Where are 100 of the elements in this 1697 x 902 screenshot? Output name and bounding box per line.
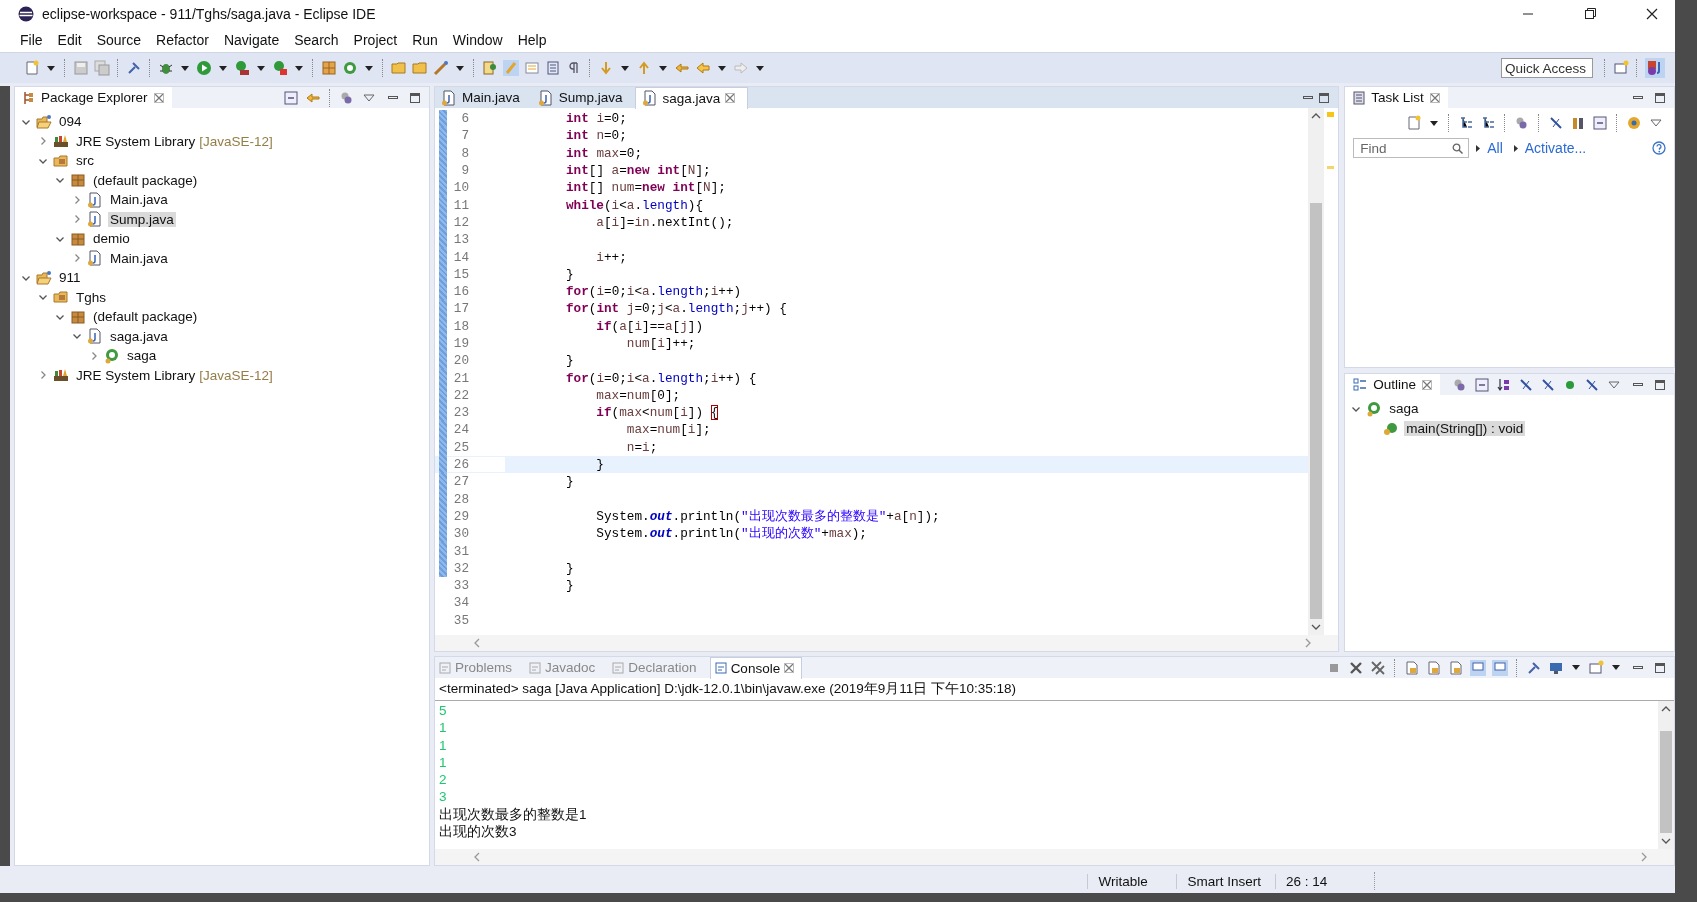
- warning-marker[interactable]: [1327, 112, 1335, 117]
- tree-item[interactable]: (default package): [91, 172, 200, 188]
- maximize-icon[interactable]: [409, 91, 421, 104]
- book-icon[interactable]: [482, 60, 498, 76]
- chevron-right-icon[interactable]: [89, 350, 99, 361]
- tree-item[interactable]: (default package): [91, 309, 200, 325]
- tree-item[interactable]: saga: [125, 348, 159, 364]
- maximize-icon[interactable]: [1654, 91, 1666, 104]
- close-icon[interactable]: [725, 93, 736, 103]
- caret-icon[interactable]: [718, 65, 726, 71]
- caret-icon[interactable]: [1430, 120, 1438, 126]
- sort-icon[interactable]: [1496, 376, 1512, 393]
- tree-item[interactable]: Sump.java: [108, 211, 176, 227]
- close-xx-icon[interactable]: [1370, 659, 1386, 676]
- caret-icon[interactable]: [295, 65, 303, 71]
- caret-icon[interactable]: [257, 65, 265, 71]
- tree-item[interactable]: 094: [57, 114, 84, 130]
- tree-item[interactable]: JRE System Library [JavaSE-12]: [74, 367, 275, 383]
- tree-item[interactable]: JRE System Library [JavaSE-12]: [74, 133, 275, 149]
- back-icon[interactable]: [674, 60, 690, 76]
- tree-item[interactable]: demio: [91, 231, 132, 247]
- editor-tab[interactable]: Main.java: [435, 87, 532, 108]
- maximize-icon[interactable]: [1654, 378, 1666, 391]
- view-tab[interactable]: Outline: [1345, 374, 1440, 395]
- doc-icon[interactable]: [1404, 659, 1420, 676]
- menu-item[interactable]: Edit: [57, 32, 82, 48]
- menu-item[interactable]: Help: [517, 32, 547, 48]
- vertical-scrollbar[interactable]: [1308, 108, 1325, 635]
- window-icon[interactable]: [1613, 60, 1629, 76]
- view-tab[interactable]: Package Explorer: [15, 87, 172, 108]
- tree-item[interactable]: saga: [1387, 401, 1421, 417]
- help-icon[interactable]: [1652, 141, 1666, 155]
- minus-icon[interactable]: [1474, 376, 1490, 393]
- view-tab[interactable]: Task List: [1345, 87, 1448, 108]
- caret-icon[interactable]: [1572, 665, 1580, 670]
- x-tool-icon[interactable]: [1540, 376, 1556, 393]
- filter-link[interactable]: Activate...: [1524, 140, 1587, 156]
- close-icon[interactable]: [153, 92, 164, 103]
- tree-item[interactable]: saga.java: [108, 328, 170, 344]
- maximize-icon[interactable]: [1654, 661, 1666, 674]
- x-tool-icon[interactable]: [1518, 376, 1534, 393]
- menu-item[interactable]: Navigate: [223, 32, 280, 48]
- filter-link[interactable]: All: [1487, 140, 1503, 156]
- caret-icon[interactable]: [456, 65, 464, 71]
- minus-icon[interactable]: [1592, 115, 1608, 131]
- vertical-scrollbar[interactable]: [1658, 701, 1674, 849]
- caret-icon[interactable]: [621, 65, 629, 71]
- close-icon[interactable]: [1429, 92, 1440, 103]
- menu-item[interactable]: Run: [412, 32, 438, 48]
- menu-item[interactable]: Refactor: [156, 32, 209, 48]
- maximize-icon[interactable]: [1318, 91, 1331, 104]
- menu-item[interactable]: Project: [353, 32, 398, 48]
- menu-item[interactable]: Window: [452, 32, 503, 48]
- caret-icon[interactable]: [181, 65, 189, 71]
- caret-icon[interactable]: [219, 65, 227, 71]
- left-icon[interactable]: [695, 60, 711, 76]
- chevron-right-icon[interactable]: [38, 370, 48, 381]
- horizontal-scrollbar[interactable]: [435, 635, 1339, 651]
- scroll-thumb[interactable]: [1660, 730, 1672, 833]
- warning-marker[interactable]: [1327, 166, 1335, 169]
- editor-tab[interactable]: Sump.java: [531, 87, 635, 108]
- doc-icon[interactable]: [1426, 659, 1442, 676]
- menu-item[interactable]: File: [20, 32, 43, 48]
- caret-icon[interactable]: [365, 65, 373, 71]
- caret-icon[interactable]: [47, 65, 55, 71]
- caret-icon[interactable]: [1612, 665, 1620, 670]
- wand-icon[interactable]: [433, 60, 449, 76]
- tree-icon[interactable]: [1480, 115, 1496, 131]
- tree-item[interactable]: Tghs: [74, 289, 108, 305]
- close-icon[interactable]: [1422, 379, 1432, 390]
- scroll-thumb[interactable]: [1310, 203, 1323, 619]
- run-icon[interactable]: [196, 60, 212, 76]
- tree-icon[interactable]: [1458, 115, 1474, 131]
- menu-item[interactable]: Source: [96, 32, 142, 48]
- window-icon[interactable]: [1588, 659, 1604, 676]
- new-file-icon[interactable]: [24, 60, 40, 76]
- quick-access-field[interactable]: Quick Access: [1501, 58, 1593, 78]
- minus-icon[interactable]: [283, 89, 299, 106]
- view-tab[interactable]: Console: [709, 656, 803, 679]
- find-field[interactable]: Find: [1353, 138, 1470, 158]
- chevron-right-icon[interactable]: [72, 253, 82, 264]
- chevron-right-icon[interactable]: [72, 214, 82, 225]
- java-perspective-icon[interactable]: [1645, 58, 1665, 78]
- grid-icon[interactable]: [321, 60, 337, 76]
- caret-icon[interactable]: [756, 65, 764, 71]
- doc-icon[interactable]: [1448, 659, 1464, 676]
- tree-item[interactable]: src: [74, 153, 96, 169]
- menu-item[interactable]: Search: [294, 32, 339, 48]
- caret-icon[interactable]: [659, 65, 667, 71]
- editor-tab[interactable]: saga.java: [634, 86, 749, 109]
- chevron-right-icon[interactable]: [72, 194, 82, 205]
- horizontal-scrollbar[interactable]: [435, 849, 1674, 865]
- close-x-icon[interactable]: [1348, 659, 1364, 676]
- x-tool-icon[interactable]: [1584, 376, 1600, 393]
- chevron-right-icon[interactable]: [38, 136, 48, 147]
- close-icon[interactable]: [784, 663, 795, 673]
- tree-item[interactable]: 911: [57, 270, 83, 286]
- tree-item[interactable]: main(String[]) : void: [1404, 420, 1526, 436]
- gear-icon[interactable]: [1626, 115, 1642, 131]
- tree-item[interactable]: Main.java: [108, 250, 170, 266]
